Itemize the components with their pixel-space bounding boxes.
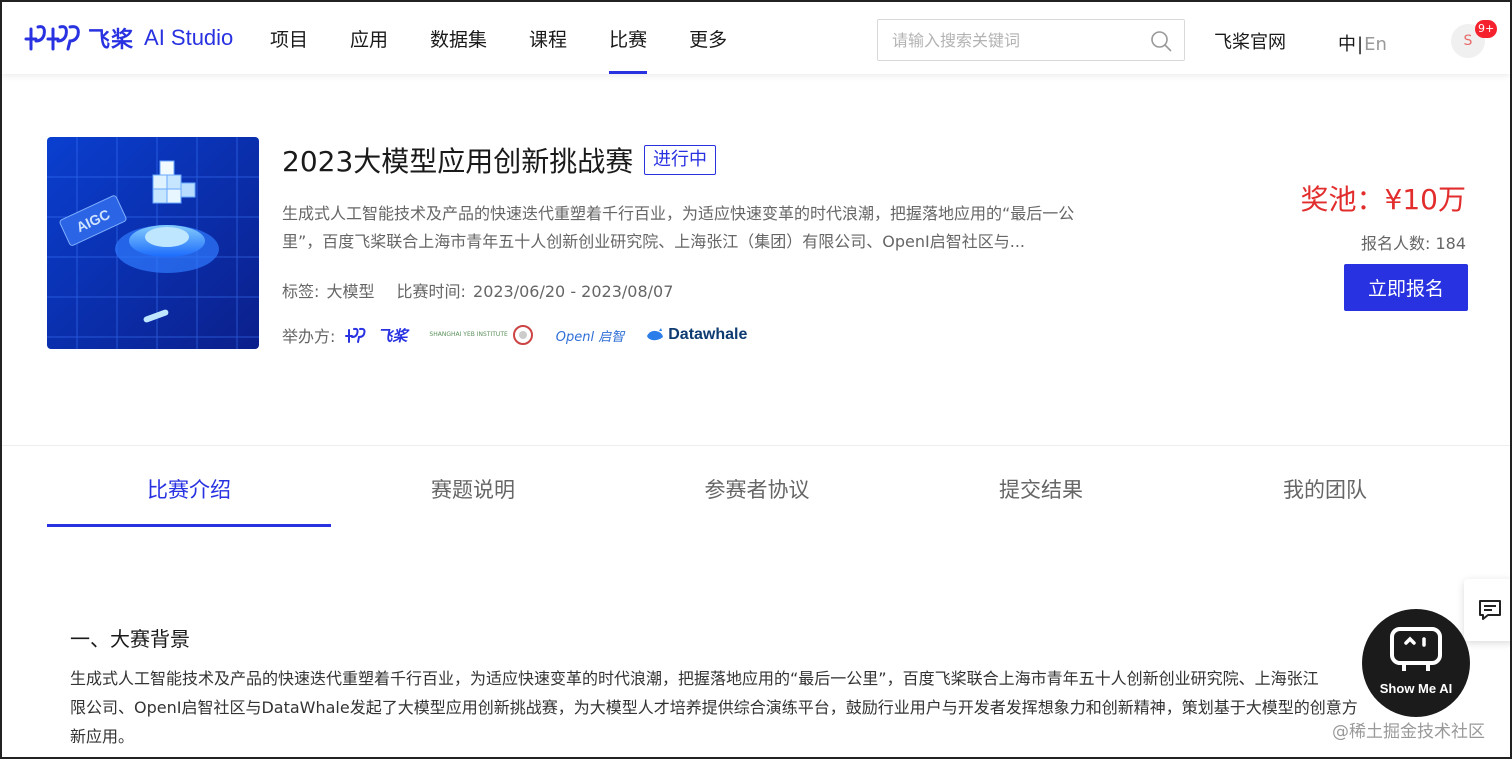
tab-my-team[interactable]: 我的团队 <box>1183 447 1467 529</box>
tab-problem-description[interactable]: 赛题说明 <box>331 447 615 529</box>
description-line: 里”，百度飞桨联合上海市青年五十人创新创业研究院、上海张江（集团）有限公司、Op… <box>282 232 1026 251</box>
lang-cn[interactable]: 中 <box>1338 34 1356 55</box>
show-me-ai-label: Show Me AI <box>1379 681 1453 696</box>
logo-studio-text: AI Studio <box>144 25 234 50</box>
competition-meta: 标签: 大模型 比赛时间: 2023/06/20 - 2023/08/07 <box>282 278 695 302</box>
tab-introduction[interactable]: 比赛介绍 <box>47 447 331 529</box>
tag-value[interactable]: 大模型 <box>327 282 375 301</box>
top-header: 飞桨 AI Studio 项目 应用 数据集 课程 比赛 更多 飞桨官网 中|E… <box>2 2 1510 74</box>
nav-item-courses[interactable]: 课程 <box>529 2 567 74</box>
paragraph-line: 生成式人工智能技术及产品的快速迭代重塑着千行百业，为适应快速变革的时代浪潮，把握… <box>70 669 1319 688</box>
competition-cover-image[interactable]: AIGC <box>47 137 259 349</box>
organizer-yeb-text: SHANGHAI YEB INSTITUTE <box>429 331 508 338</box>
main-nav: 项目 应用 数据集 课程 比赛 更多 <box>270 2 769 74</box>
paragraph-line: 限公司、OpenI启智社区与DataWhale发起了大模型应用创新挑战赛，为大模… <box>70 698 1358 717</box>
search-box <box>877 19 1185 61</box>
organizer-paddle-text: 飞桨 <box>377 326 408 345</box>
tag-label: 标签: <box>282 282 320 301</box>
notification-badge: 9+ <box>1475 20 1498 38</box>
time-value: 2023/06/20 - 2023/08/07 <box>473 282 674 301</box>
language-switch: 中|En <box>1338 30 1387 56</box>
nav-item-competitions[interactable]: 比赛 <box>609 2 648 74</box>
signup-count: 报名人数: 184 <box>1361 230 1466 254</box>
tab-participant-agreement[interactable]: 参赛者协议 <box>615 447 899 529</box>
nav-item-apps[interactable]: 应用 <box>350 2 388 74</box>
logo-cn-text: 飞桨 <box>88 28 135 53</box>
feedback-button[interactable] <box>1464 579 1510 641</box>
paragraph-line: 新应用。 <box>70 727 135 746</box>
competition-title: 2023大模型应用创新挑战赛 <box>282 145 634 178</box>
chat-feedback-icon <box>1479 600 1501 620</box>
organizer-datawhale-text: Datawhale <box>668 326 748 343</box>
paddle-logo-icon <box>24 23 82 53</box>
time-meta: 比赛时间: 2023/06/20 - 2023/08/07 <box>397 278 674 302</box>
search-input[interactable] <box>878 20 1138 60</box>
nav-item-projects[interactable]: 项目 <box>270 2 308 74</box>
signup-count-label: 报名人数: <box>1360 234 1431 253</box>
search-icon[interactable] <box>1150 30 1172 52</box>
paddle-logo[interactable]: 飞桨 AI Studio <box>24 22 233 54</box>
organizer-openi-logo: Openl 启智 <box>556 326 624 345</box>
organizer-paddle-logo: 飞桨 <box>345 325 407 346</box>
watermark-text: @稀土掘金技术社区 <box>1332 722 1485 742</box>
whale-icon <box>647 328 664 341</box>
lang-en[interactable]: En <box>1364 34 1387 55</box>
section-paragraph: 生成式人工智能技术及产品的快速迭代重塑着千行百业，为适应快速变革的时代浪潮，把握… <box>70 664 1370 751</box>
tag-meta: 标签: 大模型 <box>282 278 375 302</box>
time-label: 比赛时间: <box>396 282 466 301</box>
organizers-row: 举办方: 飞桨 SHANGHAI YEB INSTITUTE Openl 启智 … <box>282 320 747 350</box>
organizer-datawhale-logo: Datawhale <box>646 326 747 344</box>
section-divider <box>2 445 1510 446</box>
nav-item-more[interactable]: 更多 <box>689 2 727 74</box>
robot-icon <box>1390 627 1442 671</box>
description-line: 生成式人工智能技术及产品的快速迭代重塑着千行百业，为适应快速变革的时代浪潮，把握… <box>282 204 1075 223</box>
lang-separator: | <box>1357 34 1364 55</box>
prize-pool: 奖池：¥10万 <box>1300 183 1466 216</box>
organizer-yeb-logo: SHANGHAI YEB INSTITUTE <box>429 324 533 346</box>
official-site-link[interactable]: 飞桨官网 <box>1214 28 1286 54</box>
nav-item-datasets[interactable]: 数据集 <box>430 2 487 74</box>
organizer-openi-text: Openl 启智 <box>555 329 625 345</box>
tab-submit-results[interactable]: 提交结果 <box>899 447 1183 529</box>
organizers-label: 举办方: <box>282 327 336 346</box>
competition-description: 生成式人工智能技术及产品的快速迭代重塑着千行百业，为适应快速变革的时代浪潮，把握… <box>282 200 1122 256</box>
status-badge: 进行中 <box>644 145 716 175</box>
signup-button[interactable]: 立即报名 <box>1344 264 1468 311</box>
competition-tabs: 比赛介绍 赛题说明 参赛者协议 提交结果 我的团队 <box>47 447 1467 529</box>
show-me-ai-widget[interactable]: Show Me AI <box>1362 609 1470 717</box>
signup-count-value: 184 <box>1435 234 1466 253</box>
section-title: 一、大赛背景 <box>70 627 190 651</box>
page-frame: 飞桨 AI Studio 项目 应用 数据集 课程 比赛 更多 飞桨官网 中|E… <box>0 0 1512 759</box>
